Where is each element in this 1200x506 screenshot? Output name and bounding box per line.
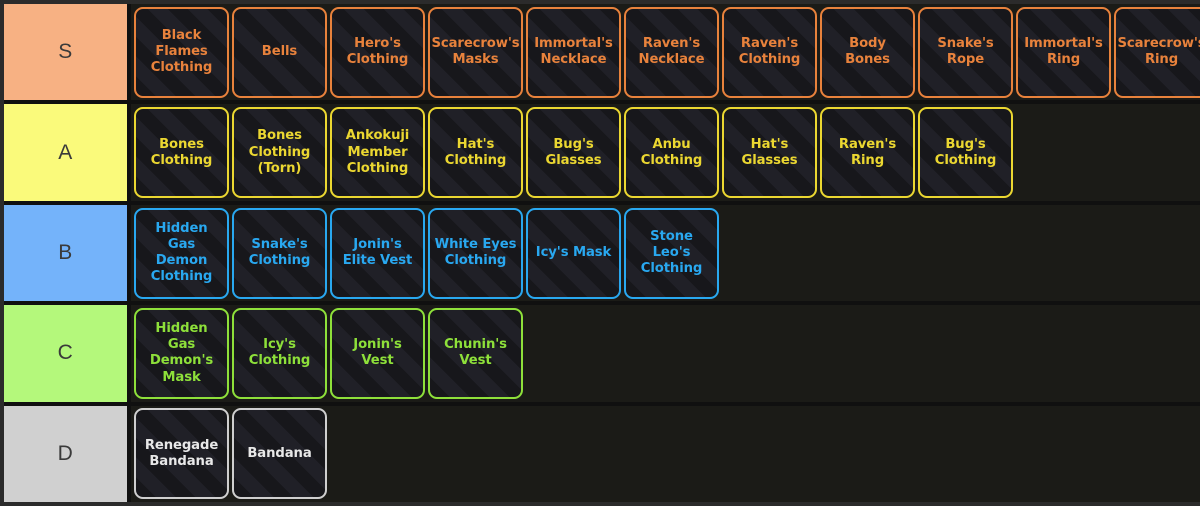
tier-item-label: Icy's Mask <box>535 244 612 260</box>
tier-item-label: Anbu Clothing <box>640 136 703 168</box>
tier-item-label: Black Flames Clothing <box>150 28 213 76</box>
tier-item-label: Snake's Clothing <box>248 236 311 269</box>
tier-item-card[interactable]: Raven's Clothing <box>722 6 817 98</box>
tier-item-label: Jonin's Elite Vest <box>342 236 413 269</box>
tier-item-label: Bug's Clothing <box>934 136 997 168</box>
tier-item-label: Bandana <box>247 445 312 461</box>
tier-row-a: A Bones Clothing Bones Clothing (Torn) Anko… <box>4 104 1200 205</box>
tier-label-c[interactable]: C <box>4 305 131 402</box>
tier-item-label: Hat's Glasses <box>741 136 798 168</box>
tier-item-label: Chunin's Vest <box>444 337 507 369</box>
tier-items-c: Hidden Gas Demon's Mask Icy's Clothing Jon… <box>131 305 1200 401</box>
tier-label-d[interactable]: D <box>4 405 131 503</box>
tier-item-card[interactable]: Ankokuji Member Clothing <box>330 107 425 199</box>
tier-item-card[interactable]: White Eyes Clothing <box>428 207 523 299</box>
tier-item-label: Icy's Clothing <box>248 337 311 369</box>
tier-label-s[interactable]: S <box>4 4 131 101</box>
tier-item-label: Raven's Necklace <box>638 36 705 68</box>
tier-row-c: C Hidden Gas Demon's Mask Icy's Clothing Jo… <box>4 305 1200 406</box>
tier-item-card[interactable]: Icy's Mask <box>526 207 621 299</box>
tier-row-b: B Hidden Gas Demon Clothing Snake's Clothi… <box>4 204 1200 306</box>
tier-items-a: Bones Clothing Bones Clothing (Torn) Ankok… <box>131 104 1200 200</box>
tier-item-card[interactable]: Icy's Clothing <box>232 307 327 399</box>
tier-item-card[interactable]: Renegade Bandana <box>134 408 229 500</box>
tier-item-label: Hidden Gas Demon Clothing <box>150 220 213 285</box>
tier-item-label: Bones Clothing (Torn) <box>248 128 311 176</box>
tier-item-card[interactable]: Snake's Clothing <box>232 207 327 299</box>
tier-item-label: Immortal's Necklace <box>534 36 613 68</box>
tier-item-card[interactable]: Snake's Rope <box>918 6 1013 98</box>
tier-item-label: Hero's Clothing <box>346 36 409 68</box>
tier-item-card[interactable]: Immortal's Necklace <box>526 6 621 98</box>
tier-item-label: Immortal's Ring <box>1024 36 1103 68</box>
tier-item-card[interactable]: Jonin's Vest <box>330 307 425 399</box>
tier-item-card[interactable]: Anbu Clothing <box>624 107 719 199</box>
tier-item-card[interactable]: Hidden Gas Demon Clothing <box>134 207 229 299</box>
tier-item-card[interactable]: Hidden Gas Demon's Mask <box>134 307 229 399</box>
tier-item-card[interactable]: Immortal's Ring <box>1016 6 1111 98</box>
tier-item-card[interactable]: Body Bones <box>820 6 915 98</box>
tier-item-card[interactable]: Hat's Clothing <box>428 107 523 199</box>
tier-item-label: Body Bones <box>845 36 890 68</box>
tier-item-label: Raven's Clothing <box>738 36 801 68</box>
tier-row-s: S Black Flames Clothing Bells Hero's Clothi… <box>4 4 1200 105</box>
tier-item-card[interactable]: Hero's Clothing <box>330 6 425 98</box>
tier-item-label: Hat's Clothing <box>444 136 507 168</box>
tier-list-board: S Black Flames Clothing Bells Hero's Clothi… <box>0 0 1200 506</box>
tier-item-label: Scarecrow's Masks <box>431 36 520 68</box>
tier-item-label: White Eyes Clothing <box>434 236 517 269</box>
tier-items-d: Renegade Bandana Bandana <box>131 406 1200 502</box>
tier-item-label: Scarecrow's Ring <box>1117 36 1200 68</box>
tier-item-label: Renegade Bandana <box>144 437 219 469</box>
tier-item-card[interactable]: Bells <box>232 6 327 98</box>
tier-row-d: D Renegade Bandana Bandana <box>4 405 1200 503</box>
tier-item-label: Hidden Gas Demon's Mask <box>149 321 214 385</box>
tier-item-card[interactable]: Black Flames Clothing <box>134 6 229 98</box>
tier-item-label: Bells <box>261 44 298 60</box>
tier-item-label: Jonin's Vest <box>353 337 402 369</box>
tier-item-card[interactable]: Chunin's Vest <box>428 307 523 399</box>
tier-item-card[interactable]: Bones Clothing (Torn) <box>232 107 327 199</box>
tier-label-a[interactable]: A <box>4 104 131 201</box>
tier-item-label: Snake's Rope <box>937 36 994 68</box>
tier-item-card[interactable]: Stone Leo's Clothing <box>624 207 719 299</box>
tier-items-b: Hidden Gas Demon Clothing Snake's Clothin… <box>131 205 1200 301</box>
tier-item-label: Bug's Glasses <box>545 136 602 168</box>
tier-item-card[interactable]: Bug's Glasses <box>526 107 621 199</box>
tier-item-label: Raven's Ring <box>838 136 897 168</box>
tier-label-b[interactable]: B <box>4 204 131 302</box>
tier-item-card[interactable]: Jonin's Elite Vest <box>330 207 425 299</box>
tier-item-card[interactable]: Raven's Necklace <box>624 6 719 98</box>
tier-item-card[interactable]: Bones Clothing <box>134 107 229 199</box>
tier-item-label: Ankokuji Member Clothing <box>345 128 410 176</box>
tier-item-card[interactable]: Hat's Glasses <box>722 107 817 199</box>
tier-item-card[interactable]: Bandana <box>232 408 327 500</box>
tier-item-label: Bones Clothing <box>150 136 213 168</box>
tier-item-card[interactable]: Scarecrow's Masks <box>428 6 523 98</box>
tier-items-s: Black Flames Clothing Bells Hero's Clothin… <box>131 4 1200 100</box>
tier-item-card[interactable]: Raven's Ring <box>820 107 915 199</box>
tier-item-label: Stone Leo's Clothing <box>640 228 703 277</box>
tier-item-card[interactable]: Bug's Clothing <box>918 107 1013 199</box>
tier-item-card[interactable]: Scarecrow's Ring <box>1114 6 1200 98</box>
